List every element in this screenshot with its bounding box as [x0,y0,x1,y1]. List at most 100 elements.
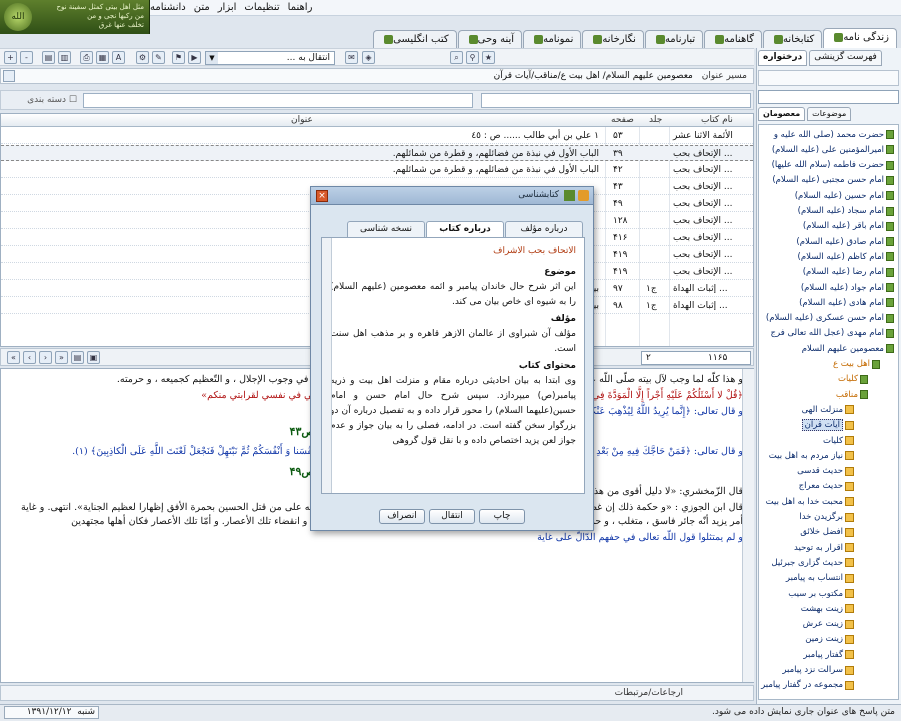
tree-item[interactable]: سرالت نزد پیامبر [782,664,854,677]
tree-item[interactable]: حضرت محمد (صلی الله علیه و [774,128,894,141]
tree-item[interactable]: امام مهدی (عجل الله تعالی فرج [771,327,894,340]
go-icon[interactable]: ▶ [188,51,201,64]
print-button[interactable]: چاپ [479,509,525,524]
tree-item[interactable]: آیات قرآن [801,419,854,432]
search-text-icon[interactable]: ⌕ [450,51,463,64]
tree-item[interactable]: امام حسن عسکری (علیه السلام) [766,312,894,325]
filter-icon[interactable]: ⚲ [466,51,479,64]
tab-revelation[interactable]: آینه وحی [457,30,523,48]
tree-item[interactable]: محبت خدا به اهل بیت [766,495,854,508]
image-icon[interactable]: ▣ [87,351,100,364]
note-icon[interactable]: ✉ [345,51,358,64]
bookmark-icon[interactable]: ⚑ [172,51,185,64]
tab-english-books[interactable]: کتب انگلیسی [373,30,457,48]
tree-item[interactable]: نیاز مردم به اهل بیت [769,449,854,462]
close-icon[interactable]: × [316,190,328,202]
edit-icon[interactable]: ✎ [152,51,165,64]
tree-item[interactable]: امام کاظم (علیه السلام) [798,250,894,263]
tree-item[interactable]: امیرالمؤمنین علی (علیه السلام) [772,143,894,156]
transfer-combo[interactable]: ▼ انتقال به ... [205,51,335,65]
help-icon[interactable] [564,190,575,201]
tree-item[interactable]: معصومین علیهم السلام [802,342,894,355]
path-arrow-icon[interactable] [3,70,15,82]
star-icon[interactable]: ★ [482,51,495,64]
menu-encyclopedia[interactable]: دانشنامه [150,2,186,13]
tree-item[interactable]: اقرار به توحید [794,541,854,554]
last-page-icon[interactable]: » [55,351,68,364]
tab-biography[interactable]: زندگی نامه [823,28,897,48]
table-row[interactable]: الباب الأول في نبذة من فضائلهم، و قطرة م… [1,162,753,178]
menu-settings[interactable]: تنظیمات [244,2,279,13]
tab-about-author[interactable]: درباره مؤلف [505,221,583,237]
remove-icon[interactable]: - [20,51,33,64]
tree-item[interactable]: مناقب [836,388,868,401]
tab-selected-list[interactable]: فهرست گزینشی [809,50,882,66]
tree-item[interactable]: زینت عرش [803,618,854,631]
menu-help[interactable]: راهنما [288,2,313,13]
settings-icon[interactable]: ⚙ [136,51,149,64]
tab-manuscript[interactable]: نسخه شناسی [347,221,425,237]
tree-item[interactable]: گفتار پیامبر [803,648,854,661]
tree-item[interactable]: اهل بیت ع [833,358,880,371]
tab-samples[interactable]: نمونامه [523,30,582,48]
tree-item[interactable]: کلیات [823,434,854,447]
tree-item[interactable]: حدیث معراج [799,480,854,493]
page-selector[interactable]: ۲ ١١۶۵ [641,351,751,365]
next-page-icon[interactable]: › [39,351,52,364]
tree-item[interactable]: مکتوب بر سیب [788,587,854,600]
tab-gallery[interactable]: نگارخانه [582,30,644,48]
tree-item[interactable]: امام حسن مجتبی (علیه السلام) [772,174,894,187]
tab-infallibles[interactable]: معصومان [758,107,806,121]
tab-about-book[interactable]: درباره کتاب [426,221,504,238]
prev-page-icon[interactable]: ‹ [23,351,36,364]
print-icon[interactable]: ⎙ [80,51,93,64]
first-page-icon[interactable]: « [7,351,20,364]
menu-text[interactable]: متن [194,2,210,13]
tab-library[interactable]: کتابخانه [763,30,823,48]
col-title[interactable]: عنوان [291,115,313,125]
tree-item[interactable]: افضل خلائق [800,526,854,539]
tree-item[interactable]: امام هادی (علیه السلام) [799,296,894,309]
tree-item[interactable]: حدیث قدسی [797,465,854,478]
tree-item[interactable]: منزلت الهی [802,403,854,416]
table-icon[interactable]: ▦ [96,51,109,64]
tree-item[interactable]: حدیث گزاری جبرئیل [771,556,854,569]
tree-item[interactable]: امام رضا (علیه السلام) [803,266,894,279]
tree-item[interactable]: امام جواد (علیه السلام) [801,281,894,294]
table-row[interactable]: الباب الأول في نبذة من فضائلهم، و قطرة م… [1,145,753,161]
copy-icon[interactable]: ▤ [42,51,55,64]
tab-calendar[interactable]: گاهنامه [704,30,763,48]
add-icon[interactable]: + [4,51,17,64]
tab-topics[interactable]: موضوعات [807,107,852,121]
text-scrollbar[interactable] [742,369,754,682]
table-row[interactable]: ١ علي بن أبي طالب ...... ص : ٤٥ ۵۳ الأئمة … [1,128,753,144]
tree-item[interactable]: مجموعه در گفتار پیامبر [761,679,854,692]
tree-item[interactable]: انتساب به پیامبر [786,572,854,585]
cancel-button[interactable]: انصراف [379,509,425,524]
transfer-button[interactable]: انتقال [429,509,475,524]
col-volume[interactable]: جلد [649,115,662,125]
tree-search-input[interactable] [758,90,899,104]
tree-item[interactable]: برگزیدن خدا [799,511,854,524]
font-icon[interactable]: A [112,51,125,64]
tree-item[interactable]: امام حسین (علیه السلام) [795,189,894,202]
book-filter-input[interactable] [481,93,751,108]
doc-icon[interactable]: ▤ [71,351,84,364]
tree-item[interactable]: امام سجاد (علیه السلام) [798,205,894,218]
tree-item[interactable]: امام باقر (علیه السلام) [803,220,894,233]
tree-item[interactable]: حضرت فاطمه (سلام الله علیها) [772,159,894,172]
highlight-icon[interactable]: ◈ [362,51,375,64]
export-icon[interactable]: ▥ [58,51,71,64]
tree-item[interactable]: زینت زمین [805,633,854,646]
dialog-scrollbar[interactable] [322,238,332,493]
category-checkbox[interactable]: ☐ دسته بندی [7,95,77,105]
title-filter-input[interactable] [83,93,473,108]
tab-genealogy[interactable]: تبارنامه [644,30,704,48]
menu-tools[interactable]: ابزار [218,2,237,13]
tree-item[interactable]: زینت بهشت [801,602,854,615]
tree-item[interactable]: کلیات [838,373,868,386]
col-page[interactable]: صفحه [611,115,634,125]
tab-tree[interactable]: درختواره [758,50,808,66]
references-bar[interactable]: ارجاعات/مرتبطات [0,685,754,701]
col-book[interactable]: نام کتاب [701,115,733,125]
